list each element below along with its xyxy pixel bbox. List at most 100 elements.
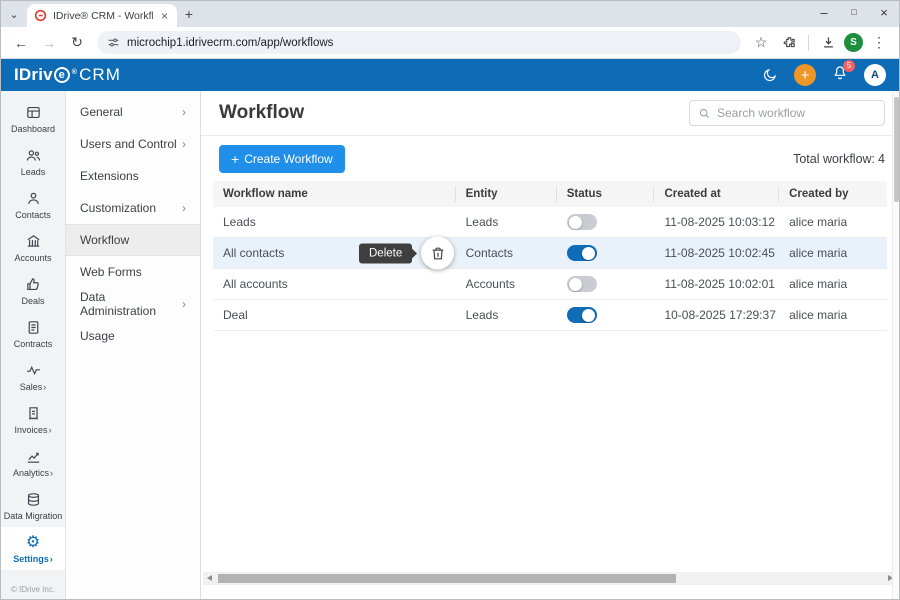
sidebar-item-analytics[interactable]: Analytics› <box>1 441 65 484</box>
table-row[interactable]: All contacts Delete Contacts 11-08-2025 … <box>213 238 887 269</box>
url-bar[interactable]: microchip1.idrivecrm.com/app/workflows <box>97 31 741 54</box>
column-header-status: Status <box>557 186 655 202</box>
submenu-item-extensions[interactable]: Extensions <box>66 160 200 192</box>
create-workflow-label: Create Workflow <box>244 152 332 166</box>
app-header-actions: + 5 A <box>762 64 886 86</box>
table-row[interactable]: Deal Leads 10-08-2025 17:29:37 alice mar… <box>213 300 887 331</box>
logo-text-idrive: IDriv <box>14 65 53 85</box>
window-controls: – □ × <box>809 1 899 23</box>
back-icon[interactable]: ← <box>9 31 33 55</box>
vertical-scrollbar[interactable] <box>892 91 899 599</box>
sidebar-label: Settings <box>13 554 49 564</box>
delete-button[interactable] <box>421 237 454 270</box>
chevron-right-icon: › <box>182 201 186 215</box>
new-tab-button[interactable]: + <box>177 3 201 25</box>
chevron-right-icon: › <box>50 554 53 564</box>
user-avatar[interactable]: A <box>864 64 886 86</box>
refresh-icon[interactable]: ↻ <box>65 31 89 55</box>
notification-count-badge: 5 <box>843 60 855 72</box>
total-workflow-count: Total workflow:4 <box>793 152 885 166</box>
url-text[interactable]: microchip1.idrivecrm.com/app/workflows <box>127 37 333 49</box>
sidebar-item-dashboard[interactable]: Dashboard <box>1 97 65 140</box>
status-toggle[interactable] <box>567 214 597 230</box>
browser-menu-icon[interactable]: ⋮ <box>867 31 891 55</box>
dark-mode-moon-icon[interactable] <box>762 67 778 83</box>
copyright-text: © IDrive Inc. <box>1 585 65 594</box>
chevron-right-icon: › <box>43 382 46 392</box>
submenu-item-users-and-control[interactable]: Users and Control › <box>66 128 200 160</box>
workflow-table: Workflow name Entity Status Created at C… <box>213 181 887 331</box>
notifications-button[interactable]: 5 <box>832 65 848 86</box>
idrive-crm-logo[interactable]: IDrive®CRM <box>14 65 121 85</box>
content-whitespace <box>201 331 899 572</box>
created-by-cell: alice maria <box>779 246 887 260</box>
workflow-name-cell: Deal <box>213 308 456 322</box>
chevron-right-icon: › <box>50 468 53 478</box>
app-body: Dashboard Leads Contacts Accounts Deals … <box>1 91 899 599</box>
bookmark-star-icon[interactable]: ☆ <box>749 31 773 55</box>
created-at-cell: 11-08-2025 10:02:01 <box>654 277 779 291</box>
horizontal-scrollbar[interactable] <box>203 572 897 585</box>
sidebar-item-contracts[interactable]: Contracts <box>1 312 65 355</box>
logo-lock-e-icon: e <box>54 67 70 83</box>
search-input[interactable] <box>717 106 876 120</box>
sidebar-label: Dashboard <box>11 124 55 134</box>
status-toggle[interactable] <box>567 245 597 261</box>
browser-tab[interactable]: IDrive® CRM - Workflow × <box>27 4 177 27</box>
maximize-button[interactable]: □ <box>839 1 869 23</box>
submenu-item-data-administration[interactable]: Data Administration › <box>66 288 200 320</box>
tab-close-icon[interactable]: × <box>159 9 170 23</box>
submenu-item-workflow[interactable]: Workflow <box>66 224 200 256</box>
sidebar-item-deals[interactable]: Deals <box>1 269 65 312</box>
browser-navbar: ← → ↻ microchip1.idrivecrm.com/app/workf… <box>1 27 899 59</box>
submenu-item-web-forms[interactable]: Web Forms <box>66 256 200 288</box>
plus-icon: + <box>231 151 239 167</box>
workflow-toolbar: + Create Workflow Total workflow:4 <box>201 136 899 181</box>
table-row[interactable]: Leads Leads 11-08-2025 10:03:12 alice ma… <box>213 207 887 238</box>
created-by-cell: alice maria <box>779 277 887 291</box>
table-row[interactable]: All accounts Accounts 11-08-2025 10:02:0… <box>213 269 887 300</box>
entity-cell: Contacts <box>456 246 557 260</box>
sidebar-item-invoices[interactable]: Invoices› <box>1 398 65 441</box>
sidebar-item-accounts[interactable]: Accounts <box>1 226 65 269</box>
site-settings-icon[interactable] <box>107 36 120 49</box>
submenu-item-usage[interactable]: Usage <box>66 320 200 352</box>
column-header-workflow-name: Workflow name <box>213 186 456 202</box>
created-at-cell: 10-08-2025 17:29:37 <box>654 308 779 322</box>
minimize-button[interactable]: – <box>809 1 839 23</box>
extensions-icon[interactable] <box>777 31 801 55</box>
sidebar-item-data-migration[interactable]: Data Migration <box>1 484 65 527</box>
sidebar-item-settings[interactable]: ⚙ Settings› <box>1 527 65 570</box>
status-toggle[interactable] <box>567 276 597 292</box>
tab-search-chevron-icon[interactable]: ⌄ <box>1 3 27 25</box>
sidebar-label: Data Migration <box>4 511 63 521</box>
submenu-label: Customization <box>80 201 156 215</box>
vertical-scrollbar-thumb[interactable] <box>894 97 899 202</box>
search-workflow-box[interactable] <box>689 100 885 126</box>
forward-icon[interactable]: → <box>37 31 61 55</box>
quick-add-button[interactable]: + <box>794 64 816 86</box>
tab-title: IDrive® CRM - Workflow <box>53 10 153 22</box>
row-hover-actions: Delete <box>359 237 454 270</box>
submenu-label: Web Forms <box>80 265 142 279</box>
create-workflow-button[interactable]: + Create Workflow <box>219 145 345 173</box>
browser-profile-avatar[interactable]: S <box>844 33 863 52</box>
workflow-name-cell: Leads <box>213 215 456 229</box>
sales-icon <box>25 362 42 379</box>
horizontal-scrollbar-thumb[interactable] <box>218 574 676 583</box>
sidebar-item-contacts[interactable]: Contacts <box>1 183 65 226</box>
submenu-label: Data Administration <box>80 290 182 318</box>
submenu-item-customization[interactable]: Customization › <box>66 192 200 224</box>
table-header-row: Workflow name Entity Status Created at C… <box>213 181 887 207</box>
toggle-knob <box>582 309 595 322</box>
total-label: Total workflow: <box>793 152 875 166</box>
scroll-left-arrow-icon[interactable] <box>207 575 212 581</box>
download-icon[interactable] <box>816 31 840 55</box>
main-content: Workflow + Create Workflow Total workflo… <box>201 91 899 599</box>
sidebar-item-sales[interactable]: Sales› <box>1 355 65 398</box>
entity-cell: Accounts <box>456 277 557 291</box>
sidebar-item-leads[interactable]: Leads <box>1 140 65 183</box>
submenu-item-general[interactable]: General › <box>66 96 200 128</box>
close-button[interactable]: × <box>869 1 899 23</box>
status-toggle[interactable] <box>567 307 597 323</box>
